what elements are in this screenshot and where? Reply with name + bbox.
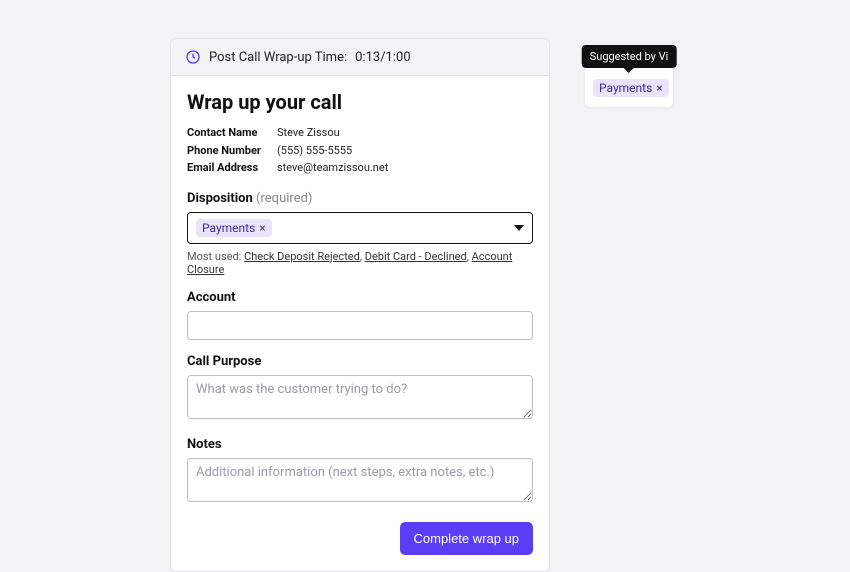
contact-name-value: Steve Zissou	[277, 124, 340, 142]
clock-icon	[185, 49, 201, 65]
contact-name-label: Contact Name	[187, 124, 277, 142]
contact-email-row: Email Address steve@teamzissou.net	[187, 159, 533, 177]
contact-email-label: Email Address	[187, 159, 277, 177]
notes-label: Notes	[187, 437, 533, 452]
complete-wrapup-button[interactable]: Complete wrap up	[400, 522, 534, 555]
contact-phone-row: Phone Number (555) 555-5555	[187, 142, 533, 160]
page-title: Wrap up your call	[187, 90, 533, 114]
call-purpose-section: Call Purpose	[187, 354, 533, 423]
notes-section: Notes	[187, 437, 533, 506]
contact-email-value: steve@teamzissou.net	[277, 159, 388, 177]
suggestion-chip[interactable]: Payments ×	[593, 79, 669, 97]
timer-label: Post Call Wrap-up Time:	[209, 50, 347, 65]
account-label: Account	[187, 290, 533, 305]
most-used-link-1[interactable]: Debit Card - Declined	[365, 250, 467, 263]
disposition-hint: Most used: Check Deposit Rejected, Debit…	[187, 250, 533, 276]
call-purpose-label: Call Purpose	[187, 354, 533, 369]
disposition-required: (required)	[256, 191, 312, 206]
disposition-section: Disposition (required) Payments × Most u…	[187, 191, 533, 276]
chevron-down-icon	[514, 225, 524, 231]
disposition-chip-label: Payments	[202, 221, 255, 235]
contact-phone-label: Phone Number	[187, 142, 277, 160]
wrapup-content: Wrap up your call Contact Name Steve Zis…	[171, 76, 549, 571]
footer-actions: Complete wrap up	[187, 522, 533, 555]
close-icon[interactable]: ×	[259, 222, 265, 234]
wrapup-card: Post Call Wrap-up Time: 0:13/1:00 Wrap u…	[170, 38, 550, 572]
suggestion-chip-label: Payments	[599, 81, 652, 95]
timer-bar: Post Call Wrap-up Time: 0:13/1:00	[171, 39, 549, 76]
suggestion-popover: Suggested by Vi Payments ×	[584, 48, 674, 108]
suggestion-tooltip: Suggested by Vi	[582, 45, 677, 68]
timer-value: 0:13/1:00	[355, 50, 411, 65]
contact-phone-value: (555) 555-5555	[277, 142, 352, 160]
contact-name-row: Contact Name Steve Zissou	[187, 124, 533, 142]
most-used-link-0[interactable]: Check Deposit Rejected	[244, 250, 360, 263]
account-section: Account	[187, 290, 533, 340]
account-input[interactable]	[187, 311, 533, 340]
disposition-label-text: Disposition	[187, 191, 253, 206]
disposition-label: Disposition (required)	[187, 191, 533, 206]
disposition-chip[interactable]: Payments ×	[196, 219, 272, 237]
notes-input[interactable]	[187, 458, 533, 502]
disposition-select[interactable]: Payments ×	[187, 212, 533, 244]
disposition-hint-prefix: Most used:	[187, 250, 241, 263]
call-purpose-input[interactable]	[187, 375, 533, 419]
close-icon[interactable]: ×	[656, 82, 662, 94]
